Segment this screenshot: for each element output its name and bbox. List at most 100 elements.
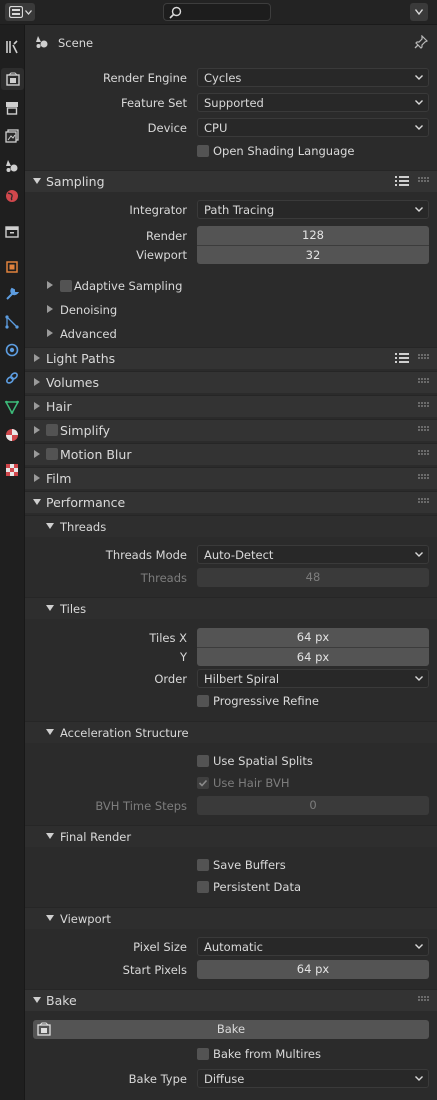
triangle-expanded-icon <box>33 499 41 505</box>
subpanel-title: Denoising <box>60 303 118 317</box>
panel-volumes[interactable]: Volumes <box>25 371 437 393</box>
panel-title: Film <box>46 471 72 486</box>
bake-multires-checkbox[interactable] <box>197 1048 209 1060</box>
render-engine-row: Render Engine Cycles <box>25 68 437 88</box>
tab-render[interactable] <box>1 68 24 90</box>
panel-hair[interactable]: Hair <box>25 395 437 417</box>
threads-count-row: Threads 48 <box>25 568 437 588</box>
pixel-size-dropdown[interactable]: Automatic <box>197 937 429 956</box>
bake-type-row: Bake Type Diffuse <box>25 1069 437 1089</box>
panel-title: Simplify <box>60 423 111 438</box>
tab-object[interactable] <box>2 256 22 278</box>
tab-output[interactable] <box>2 97 22 119</box>
drag-grip-icon[interactable] <box>418 354 430 360</box>
tile-order-dropdown[interactable]: Hilbert Spiral <box>197 669 429 688</box>
options-dropdown-button[interactable] <box>410 3 428 21</box>
subpanel-title: Acceleration Structure <box>60 726 189 740</box>
object-icon <box>6 261 18 273</box>
integrator-dropdown[interactable]: Path Tracing <box>197 200 429 219</box>
subpanel-tiles[interactable]: Tiles <box>25 597 437 619</box>
threads-count-field: 48 <box>197 568 429 587</box>
context-breadcrumb: Scene <box>25 33 437 53</box>
editor-type-button[interactable] <box>5 3 35 21</box>
panel-sampling[interactable]: Sampling <box>25 170 437 192</box>
panel-simplify[interactable]: Simplify <box>25 419 437 441</box>
drag-grip-icon[interactable] <box>418 426 430 432</box>
adaptive-sampling-checkbox[interactable] <box>60 280 72 292</box>
save-buffers-checkbox[interactable] <box>197 859 209 871</box>
search-input[interactable] <box>163 3 271 21</box>
render-still-icon <box>37 1022 51 1036</box>
threads-mode-row: Threads Mode Auto-Detect <box>25 545 437 565</box>
pin-icon[interactable] <box>414 35 428 49</box>
tab-view-layer[interactable] <box>2 125 22 147</box>
panel-performance[interactable]: Performance <box>25 491 437 513</box>
feature-set-dropdown[interactable]: Supported <box>197 93 429 112</box>
physics-icon <box>5 343 19 357</box>
subpanel-final-render[interactable]: Final Render <box>25 825 437 847</box>
chevron-down-icon <box>415 1076 423 1081</box>
tab-tool[interactable] <box>2 36 22 58</box>
presets-list-icon[interactable] <box>395 352 409 364</box>
bake-button[interactable]: Bake <box>33 1020 429 1039</box>
subpanel-threads[interactable]: Threads <box>25 515 437 537</box>
render-engine-dropdown[interactable]: Cycles <box>197 68 429 87</box>
chevron-down-icon <box>24 9 32 15</box>
threads-mode-dropdown[interactable]: Auto-Detect <box>197 545 429 564</box>
render-engine-label: Render Engine <box>102 71 187 85</box>
tab-collection[interactable] <box>2 221 22 243</box>
tab-physics[interactable] <box>2 339 22 361</box>
device-dropdown[interactable]: CPU <box>197 118 429 137</box>
drag-grip-icon[interactable] <box>418 378 430 384</box>
tab-texture[interactable] <box>2 459 22 481</box>
tab-modifiers[interactable] <box>2 283 22 305</box>
panel-light-paths[interactable]: Light Paths <box>25 347 437 369</box>
subpanel-denoising[interactable]: Denoising <box>25 299 437 321</box>
subpanel-viewport[interactable]: Viewport <box>25 907 437 929</box>
panel-film[interactable]: Film <box>25 467 437 489</box>
particles-icon <box>5 315 19 329</box>
tiles-y-field[interactable]: 64 px <box>197 647 429 666</box>
drag-grip-icon[interactable] <box>418 450 430 456</box>
presets-list-icon[interactable] <box>395 175 409 187</box>
bake-type-dropdown[interactable]: Diffuse <box>197 1069 429 1088</box>
viewport-samples-label: Viewport <box>136 248 187 262</box>
simplify-checkbox[interactable] <box>46 424 58 436</box>
drag-grip-icon[interactable] <box>418 402 430 408</box>
constraints-icon <box>6 372 18 384</box>
panel-bake[interactable]: Bake <box>25 989 437 1011</box>
subpanel-title: Viewport <box>60 912 111 926</box>
tab-particles[interactable] <box>2 311 22 333</box>
save-buffers-label: Save Buffers <box>213 858 286 872</box>
viewport-samples-field[interactable]: 32 <box>197 245 429 264</box>
texture-icon <box>6 464 18 476</box>
start-pixels-field[interactable]: 64 px <box>197 960 429 979</box>
subpanel-advanced[interactable]: Advanced <box>25 323 437 345</box>
triangle-expanded-icon <box>46 729 54 735</box>
motion-blur-checkbox[interactable] <box>46 448 58 460</box>
context-label: Scene <box>58 36 94 50</box>
tab-constraints[interactable] <box>2 367 22 389</box>
panel-motion-blur[interactable]: Motion Blur <box>25 443 437 465</box>
progressive-refine-checkbox[interactable] <box>197 695 209 707</box>
chevron-down-icon <box>415 676 423 681</box>
tab-scene[interactable] <box>2 155 22 177</box>
tab-material[interactable] <box>2 424 22 446</box>
tab-world[interactable] <box>2 185 22 207</box>
osl-checkbox[interactable] <box>197 145 209 157</box>
persistent-data-checkbox[interactable] <box>197 881 209 893</box>
drag-grip-icon[interactable] <box>418 996 430 1002</box>
drag-grip-icon[interactable] <box>418 474 430 480</box>
tiles-x-field[interactable]: 64 px <box>197 628 429 647</box>
subpanel-acceleration-structure[interactable]: Acceleration Structure <box>25 721 437 743</box>
tile-order-row: Order Hilbert Spiral <box>25 669 437 689</box>
chevron-down-icon <box>415 552 423 557</box>
spatial-splits-checkbox[interactable] <box>197 755 209 767</box>
drag-grip-icon[interactable] <box>418 498 430 504</box>
drag-grip-icon[interactable] <box>418 177 430 183</box>
tab-data[interactable] <box>2 396 22 418</box>
render-samples-field[interactable]: 128 <box>197 226 429 245</box>
checkmark-icon <box>198 779 208 787</box>
subpanel-adaptive-sampling[interactable]: Adaptive Sampling <box>25 275 437 297</box>
bake-button-label: Bake <box>216 1022 246 1036</box>
